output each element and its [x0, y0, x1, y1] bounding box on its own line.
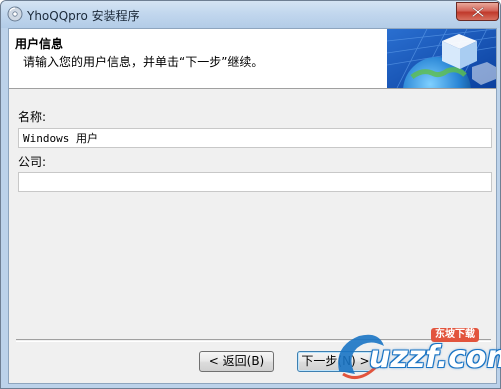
installer-disc-icon: [7, 6, 23, 22]
title-bar[interactable]: YhoQQpro 安装程序: [1, 1, 500, 28]
name-field[interactable]: [18, 128, 492, 148]
close-button[interactable]: [456, 2, 499, 21]
page-title: 用户信息: [15, 37, 64, 51]
window-title: YhoQQpro 安装程序: [27, 9, 140, 23]
close-icon: [472, 7, 484, 17]
globe-cube-graphic: [387, 29, 496, 88]
watermark-text: uzzf.com: [369, 340, 501, 375]
page-subtitle: 请输入您的用户信息，并单击“下一步”继续。: [23, 55, 264, 69]
company-label: 公司:: [18, 155, 47, 169]
back-button[interactable]: < 返回(B): [199, 351, 274, 372]
company-field[interactable]: [18, 172, 492, 192]
name-label: 名称:: [18, 110, 47, 124]
wizard-header: 用户信息 请输入您的用户信息，并单击“下一步”继续。: [9, 29, 496, 89]
watermark-logo: 东坡下载 uzzf.com: [327, 322, 501, 389]
